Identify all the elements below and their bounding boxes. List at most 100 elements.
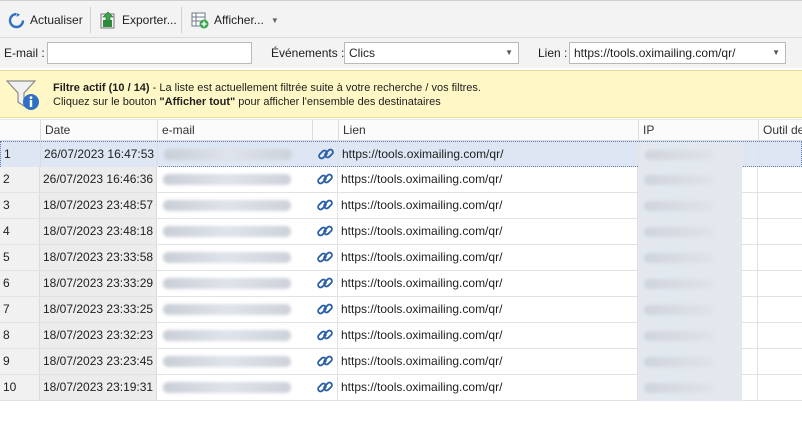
ip-cell — [638, 375, 758, 400]
date-cell: 18/07/2023 23:33:58 — [40, 245, 157, 270]
table-row[interactable]: 4 18/07/2023 23:48:18 https://tools.oximai… — [0, 219, 802, 245]
link-chain-icon[interactable] — [312, 375, 338, 400]
show-label: Afficher... — [214, 13, 264, 27]
chevron-down-icon: ▼ — [270, 15, 279, 25]
ip-cell — [638, 245, 758, 270]
email-field[interactable] — [47, 42, 252, 64]
table-row[interactable]: 6 18/07/2023 23:33:29 https://tools.oximai… — [0, 271, 802, 297]
redacted-email — [163, 304, 291, 315]
link-chain-icon[interactable] — [312, 193, 338, 218]
email-cell — [157, 193, 304, 218]
link-cell: https://tools.oximailing.com/qr/ — [339, 193, 638, 218]
banner-title: Filtre actif (10 / 14) — [53, 82, 150, 94]
date-cell: 26/07/2023 16:47:53 — [41, 142, 158, 167]
column-header-ip[interactable]: IP — [638, 120, 758, 141]
link-chain-icon[interactable] — [312, 245, 338, 270]
email-cell — [157, 245, 304, 270]
link-cell: https://tools.oximailing.com/qr/ — [339, 245, 638, 270]
link-cell: https://tools.oximailing.com/qr/ — [339, 219, 638, 244]
banner-text-1: - La liste est actuellement filtrée suit… — [149, 82, 481, 94]
banner-text-2-post: pour afficher l'ensemble des destinatair… — [235, 96, 441, 108]
link-cell: https://tools.oximailing.com/qr/ — [339, 323, 638, 348]
table-row[interactable]: 9 18/07/2023 23:23:45 https://tools.oximai… — [0, 349, 802, 375]
chevron-down-icon: ▼ — [772, 48, 780, 57]
ip-cell — [638, 297, 758, 322]
row-number: 9 — [0, 349, 40, 374]
redacted-email — [163, 330, 291, 341]
redacted-email — [163, 382, 291, 393]
table-row[interactable]: 2 26/07/2023 16:46:36 https://tools.oximai… — [0, 167, 802, 193]
refresh-label: Actualiser — [30, 13, 83, 27]
redacted-ip — [644, 331, 714, 341]
link-cell: https://tools.oximailing.com/qr/ — [339, 349, 638, 374]
export-label: Exporter... — [122, 13, 177, 27]
redacted-email — [164, 149, 292, 160]
redacted-ip — [644, 227, 714, 237]
table-row[interactable]: 8 18/07/2023 23:32:23 https://tools.oximai… — [0, 323, 802, 349]
tool-cell — [758, 349, 802, 374]
show-button[interactable]: Afficher... ▼ — [191, 9, 279, 31]
row-number: 7 — [0, 297, 40, 322]
export-icon — [99, 11, 117, 29]
tool-cell — [758, 219, 802, 244]
ip-cell — [638, 167, 758, 192]
date-cell: 18/07/2023 23:23:45 — [40, 349, 157, 374]
link-chain-icon[interactable] — [313, 142, 339, 167]
link-cell: https://tools.oximailing.com/qr/ — [339, 167, 638, 192]
banner-line-2: Cliquez sur le bouton "Afficher tout" po… — [53, 96, 441, 108]
redacted-email — [163, 252, 291, 263]
link-chain-icon[interactable] — [312, 167, 338, 192]
table-body: 1 26/07/2023 16:47:53 https://tools.oximai… — [0, 141, 802, 426]
link-chain-icon[interactable] — [312, 349, 338, 374]
column-header-row-number[interactable] — [0, 120, 40, 141]
tool-cell — [758, 245, 802, 270]
events-select[interactable]: Clics ▼ — [344, 42, 519, 64]
date-cell: 18/07/2023 23:19:31 — [40, 375, 157, 400]
events-label: Événements : — [271, 46, 345, 60]
tool-cell — [758, 167, 802, 192]
table-row[interactable]: 1 26/07/2023 16:47:53 https://tools.oximai… — [0, 141, 802, 168]
row-number: 8 — [0, 323, 40, 348]
table-row[interactable]: 7 18/07/2023 23:33:25 https://tools.oximai… — [0, 297, 802, 323]
redacted-email — [163, 200, 291, 211]
link-chain-icon[interactable] — [312, 271, 338, 296]
email-cell — [157, 375, 304, 400]
column-header-date[interactable]: Date — [40, 120, 157, 141]
filter-info-icon — [6, 79, 42, 111]
column-header-email[interactable]: e-mail — [157, 120, 312, 141]
grid-view-icon — [191, 11, 209, 29]
email-cell — [157, 167, 304, 192]
table-row[interactable]: 3 18/07/2023 23:48:57 https://tools.oximai… — [0, 193, 802, 219]
row-number: 4 — [0, 219, 40, 244]
email-cell — [157, 297, 304, 322]
ip-cell — [638, 323, 758, 348]
link-select[interactable]: https://tools.oximailing.com/qr/ ▼ — [569, 42, 786, 64]
redacted-ip — [644, 279, 714, 289]
export-button[interactable]: Exporter... — [99, 9, 177, 31]
ip-cell — [638, 271, 758, 296]
email-cell — [158, 142, 305, 167]
table-row[interactable]: 5 18/07/2023 23:33:58 https://tools.oximai… — [0, 245, 802, 271]
events-select-value: Clics — [349, 46, 375, 60]
column-header-link[interactable]: Lien — [338, 120, 638, 141]
chevron-down-icon: ▼ — [505, 48, 513, 57]
link-chain-icon[interactable] — [312, 323, 338, 348]
date-cell: 18/07/2023 23:48:57 — [40, 193, 157, 218]
redacted-email — [163, 174, 291, 185]
column-header-tool[interactable]: Outil de — [758, 120, 802, 141]
link-cell: https://tools.oximailing.com/qr/ — [340, 142, 639, 167]
redacted-ip — [644, 175, 714, 185]
ip-cell — [638, 219, 758, 244]
row-number: 1 — [1, 142, 41, 167]
email-label: E-mail : — [4, 46, 45, 60]
column-header-link-icon[interactable] — [312, 120, 338, 141]
table-header: Date e-mail Lien IP Outil de — [0, 119, 802, 141]
active-filter-banner: Filtre actif (10 / 14) - La liste est ac… — [0, 70, 802, 118]
refresh-button[interactable]: Actualiser — [8, 9, 83, 31]
link-chain-icon[interactable] — [312, 219, 338, 244]
toolbar-separator — [90, 7, 91, 33]
tool-cell — [758, 297, 802, 322]
table-row[interactable]: 10 18/07/2023 23:19:31 https://tools.oxima… — [0, 375, 802, 401]
date-cell: 26/07/2023 16:46:36 — [40, 167, 157, 192]
link-chain-icon[interactable] — [312, 297, 338, 322]
